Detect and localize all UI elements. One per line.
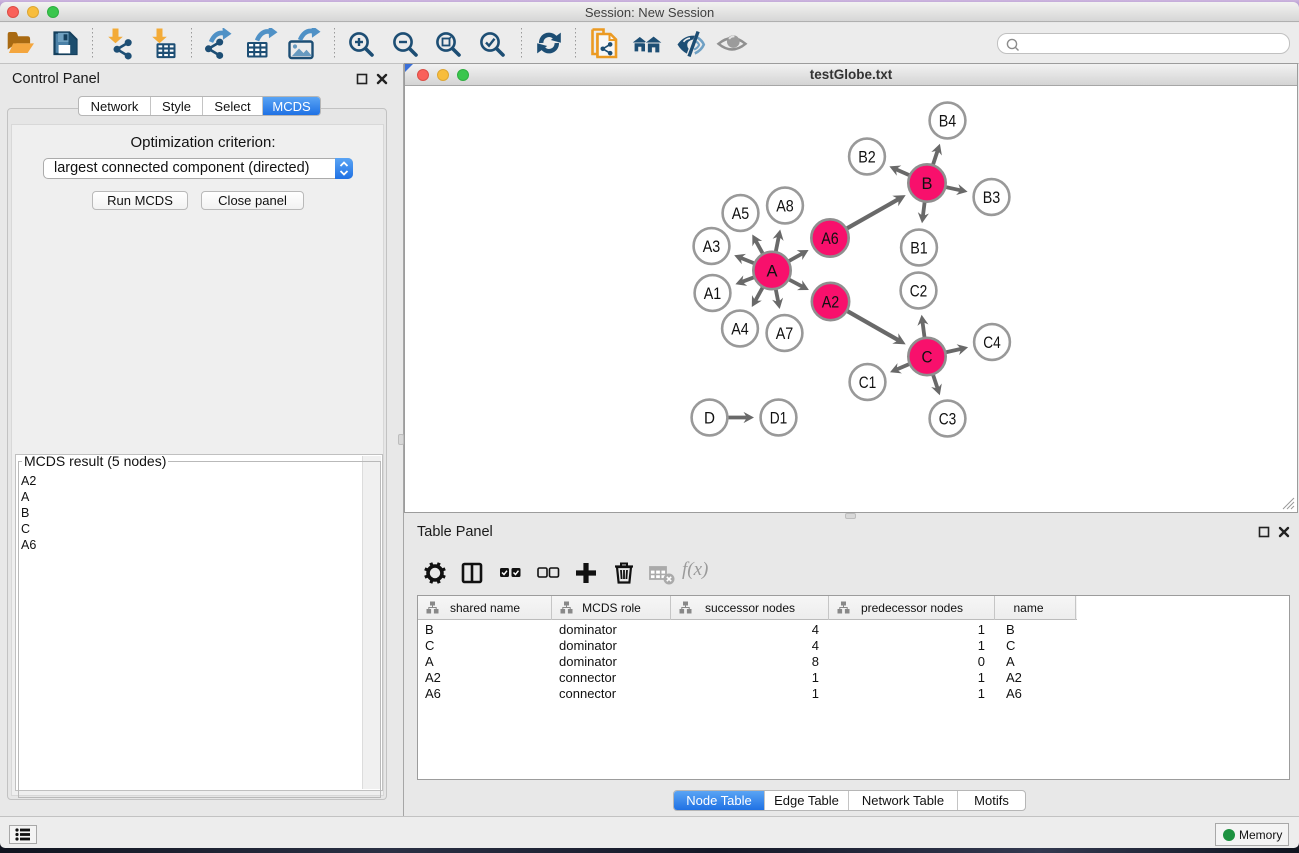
svg-text:B2: B2 [858, 149, 876, 167]
svg-text:B4: B4 [939, 113, 957, 131]
svg-text:C2: C2 [910, 283, 928, 301]
svg-text:A6: A6 [821, 230, 839, 248]
svg-text:D1: D1 [770, 410, 788, 428]
svg-text:A3: A3 [703, 238, 721, 256]
svg-text:B1: B1 [910, 240, 928, 258]
svg-text:A1: A1 [704, 285, 722, 303]
svg-text:B: B [922, 175, 933, 193]
svg-text:A: A [767, 263, 778, 281]
svg-text:C4: C4 [983, 334, 1001, 352]
svg-text:D: D [704, 410, 715, 428]
svg-text:C1: C1 [859, 374, 877, 392]
svg-text:A2: A2 [822, 294, 840, 312]
svg-text:B3: B3 [983, 189, 1001, 207]
svg-text:A4: A4 [731, 321, 749, 339]
svg-text:C3: C3 [939, 411, 957, 429]
svg-text:A7: A7 [776, 325, 794, 343]
svg-text:A8: A8 [776, 198, 794, 216]
svg-text:A5: A5 [732, 205, 750, 223]
svg-text:C: C [922, 349, 933, 367]
